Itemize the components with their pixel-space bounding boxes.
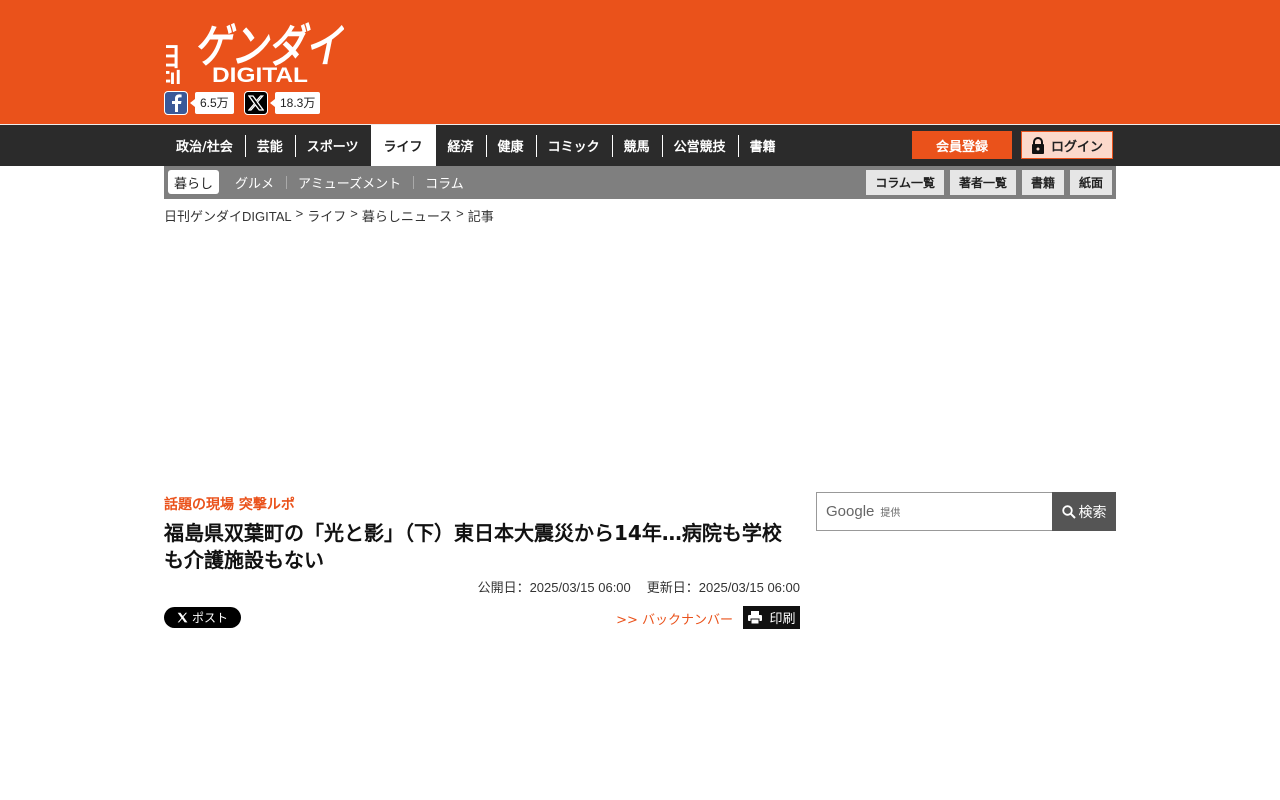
register-button[interactable]: 会員登録 [912,131,1012,159]
sub-nav-item[interactable]: グルメ [223,170,286,194]
breadcrumb-item[interactable]: 暮らしニュース [362,206,452,225]
x-share[interactable]: 18.3万 [244,91,321,115]
site-search: Google 提供 検索 [816,492,1116,531]
main-nav-item[interactable]: スポーツ [294,125,371,166]
main-nav-item[interactable]: 健康 [485,125,536,166]
breadcrumb: 日刊ゲンダイDIGITAL > ライフ > 暮らしニュース > 記事 [164,206,494,225]
main-nav-item[interactable]: 書籍 [737,125,788,166]
x-post-button[interactable]: ポスト [164,607,241,628]
x-count: 18.3万 [269,92,321,114]
register-label: 会員登録 [935,139,988,155]
facebook-icon [164,91,188,115]
main-nav-item[interactable]: 芸能 [244,125,295,166]
print-button[interactable]: 印刷 [743,606,800,629]
sub-nav-button[interactable]: 書籍 [1021,170,1064,195]
provided-label: 提供 [880,508,901,519]
main-nav-item[interactable]: コミック [535,125,612,166]
login-button[interactable]: ログイン [1021,131,1113,159]
updated-date: 更新日：2025/03/15 06:00 [646,580,800,595]
sub-nav-button[interactable]: 著者一覧 [949,170,1016,195]
main-nav-item[interactable]: 競馬 [611,125,662,166]
breadcrumb-separator: > [456,206,464,221]
backnumber-link[interactable]: >> バックナンバー [616,609,733,628]
facebook-share[interactable]: 6.5万 [164,91,234,115]
article-category[interactable]: 話題の現場 突撃ルポ [164,494,295,514]
x-icon [177,612,188,623]
breadcrumb-item[interactable]: ライフ [307,206,346,225]
search-button-label: 検索 [1078,504,1107,521]
post-label: ポスト [191,611,228,625]
breadcrumb-separator: > [350,206,358,221]
print-label: 印刷 [769,612,796,627]
main-nav-list: 政治/社会 芸能 スポーツ ライフ 経済 健康 コミック 競馬 公営競技 書籍 [164,125,788,166]
breadcrumb-item: 記事 [467,209,494,224]
main-nav-item[interactable]: ライフ [370,125,436,166]
article-title: 福島県双葉町の「光と影」（下）東日本大震災から14年…病院も学校も介護施設もない [164,521,782,572]
sub-nav-item[interactable]: アミューズメント [286,170,413,194]
main-nav-item[interactable]: 経済 [436,125,486,166]
main-nav: 政治/社会 芸能 スポーツ ライフ 経済 健康 コミック 競馬 公営競技 書籍 会員登録 ログイン [0,124,1280,166]
printer-icon [748,611,763,625]
logo-top-text: 日刊 [166,43,181,84]
logo-graphic: 日刊 ゲンダイ DIGITAL [151,19,345,95]
breadcrumb-separator: > [295,206,304,221]
main-nav-item[interactable]: 公営競技 [661,125,738,166]
search-icon [1061,504,1076,519]
published-date: 公開日：2025/03/15 06:00 [477,580,631,595]
login-label: ログイン [1050,139,1103,155]
facebook-count: 6.5万 [190,92,234,114]
lock-icon [1031,136,1044,154]
x-icon [244,91,268,115]
sub-nav-button[interactable]: 紙面 [1069,170,1112,195]
breadcrumb-item[interactable]: 日刊ゲンダイDIGITAL [164,206,292,225]
sub-nav-button[interactable]: コラム一覧 [866,170,944,195]
article-dates: 公開日：2025/03/15 06:00 更新日：2025/03/15 06:0… [478,577,800,596]
main-nav-item[interactable]: 政治/社会 [164,125,245,166]
sub-nav: 暮らし グルメ アミューズメント コラム コラム一覧 著者一覧 書籍 紙面 [164,166,1116,199]
search-button[interactable]: 検索 [1052,492,1116,531]
google-label: Google [826,503,875,520]
logo-sub-text: DIGITAL [212,64,308,84]
sub-nav-item[interactable]: 暮らし [168,170,220,194]
sub-nav-right-buttons: コラム一覧 著者一覧 書籍 紙面 [866,170,1112,195]
sub-nav-list: 暮らし グルメ アミューズメント コラム [168,170,476,194]
search-input[interactable]: Google 提供 [816,492,1052,531]
site-header: 日刊 ゲンダイ DIGITAL 6.5万 18.3万 [0,0,1280,124]
sub-nav-item[interactable]: コラム [413,170,476,194]
site-logo[interactable]: 日刊 ゲンダイ DIGITAL [151,10,345,95]
